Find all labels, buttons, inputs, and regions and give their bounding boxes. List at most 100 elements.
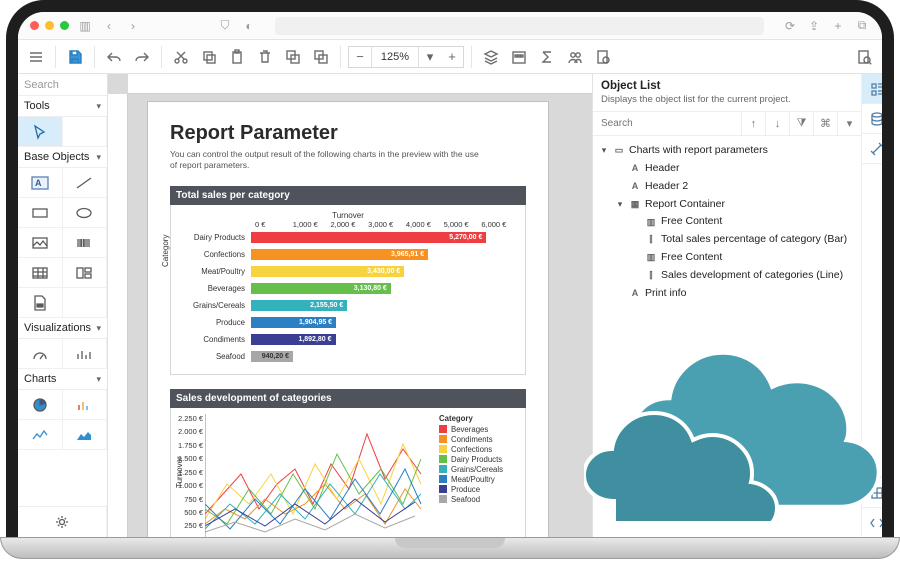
shield-icon[interactable]: ⛉ [217,18,233,34]
filter-icon[interactable]: ⧩ [789,112,813,136]
tree-item[interactable]: AHeader 2 [597,178,857,196]
tree-item[interactable]: ⫿Total sales percentage of category (Bar… [597,231,857,249]
tabs-icon[interactable]: ⧉ [854,18,870,34]
tree-item[interactable]: ⫿Sales development of categories (Line) [597,267,857,285]
back-icon[interactable]: ‹ [101,18,117,34]
page-title: Report Parameter [170,122,526,145]
copy-icon[interactable] [197,45,221,69]
design-canvas[interactable]: Report Parameter You can control the out… [108,74,592,537]
bar-rows: Category Dairy Products5,270,00 €Confect… [177,230,519,365]
piechart-icon[interactable] [18,390,63,420]
line-object-icon[interactable] [63,168,108,198]
report-page[interactable]: Report Parameter You can control the out… [148,102,548,537]
object-tree[interactable]: ▾▭Charts with report parameters AHeader … [593,136,861,309]
table-object-icon[interactable] [18,258,63,288]
delete-icon[interactable] [253,45,277,69]
settings-icon[interactable] [18,507,107,537]
chevron-down-icon: ▾ [96,323,101,334]
object-list-toolbar: ↑ ↓ ⧩ ⌘ ▾ [593,112,861,136]
pdf-object-icon[interactable] [18,288,63,318]
undo-icon[interactable] [102,45,126,69]
svg-text:A: A [35,178,42,188]
reader-icon[interactable]: ◐ [241,18,257,34]
zoom-dropdown-icon[interactable]: ▾ [419,49,441,65]
text-object-icon[interactable]: A [18,168,63,198]
chevron-down-icon: ▾ [96,374,101,385]
send-back-icon[interactable] [309,45,333,69]
add-icon[interactable]: + [830,18,846,34]
chart-bar-xlabel: Turnover [177,211,519,220]
left-search[interactable]: Search [18,74,107,96]
tree-item[interactable]: ▥Free Content [597,249,857,267]
chart-bar-block[interactable]: Total sales per category Turnover 0 €1,0… [170,186,526,375]
section-base-objects[interactable]: Base Objects▾ [18,147,107,168]
tree-item[interactable]: APrint info [597,285,857,303]
laptop-base [0,537,900,559]
gauge-icon[interactable] [18,339,63,369]
share-icon[interactable]: ⇪ [806,18,822,34]
chart-bar-xticks: 0 €1,000 €2,000 €3,000 €4,000 €5,000 €6,… [255,220,519,229]
redo-icon[interactable] [130,45,154,69]
tree-container[interactable]: ▾▦Report Container [597,196,857,214]
page-settings-icon[interactable] [591,45,615,69]
save-icon[interactable] [63,45,87,69]
sidebar-toggle-icon[interactable]: ▥ [77,18,93,34]
tree-root[interactable]: ▾▭Charts with report parameters [597,142,857,160]
forward-icon[interactable]: › [125,18,141,34]
paste-icon[interactable] [225,45,249,69]
app-toolbar: − ▾ + [18,40,882,74]
tree-item[interactable]: AHeader [597,160,857,178]
barchart-icon[interactable] [63,339,108,369]
rectangle-object-icon[interactable] [18,198,63,228]
areachart-icon[interactable] [63,420,108,450]
bars-icon[interactable] [63,390,108,420]
hierarchy-icon[interactable]: ⌘ [813,112,837,136]
chevron-down-icon: ▾ [96,101,101,112]
chart-line-block[interactable]: Sales development of categories Turnover… [170,389,526,537]
ellipse-object-icon[interactable] [63,198,108,228]
form-object-icon[interactable] [63,258,108,288]
minimize-window-icon[interactable] [45,21,54,30]
chevron-down-icon: ▾ [96,152,101,163]
move-down-icon[interactable]: ↓ [765,112,789,136]
left-panel: Search Tools▾ Base Objects▾ A Visualizat… [18,74,108,537]
reload-icon[interactable]: ⟳ [782,18,798,34]
menu-icon[interactable] [24,45,48,69]
object-search-input[interactable] [593,118,741,129]
more-icon[interactable]: ▾ [837,112,861,136]
chart-line-legend: Category BeveragesCondimentsConfectionsD… [439,414,503,537]
users-icon[interactable] [563,45,587,69]
maximize-window-icon[interactable] [60,21,69,30]
section-tools[interactable]: Tools▾ [18,96,107,117]
section-visualizations[interactable]: Visualizations▾ [18,318,107,339]
url-bar[interactable] [275,17,764,35]
section-charts[interactable]: Charts▾ [18,369,107,390]
sum-icon[interactable] [535,45,559,69]
preview-icon[interactable] [852,45,876,69]
tab-data-icon[interactable] [862,104,892,134]
zoom-control[interactable]: − ▾ + [348,46,464,68]
picture-object-icon[interactable] [18,228,63,258]
layers-icon[interactable] [479,45,503,69]
bring-front-icon[interactable] [281,45,305,69]
object-list-title: Object List [593,74,861,94]
zoom-in-icon[interactable]: + [441,49,463,64]
cut-icon[interactable] [169,45,193,69]
tab-tools-icon[interactable] [862,134,892,164]
zoom-out-icon[interactable]: − [349,49,371,64]
barcode-object-icon[interactable] [63,228,108,258]
zoom-input[interactable] [371,47,419,67]
chart-line-title: Sales development of categories [170,389,526,408]
tab-object-list-icon[interactable] [862,74,892,104]
move-up-icon[interactable]: ↑ [741,112,765,136]
line-plot: Turnover 2.250 €2.000 €1.750 €1.500 €1.2… [205,414,425,537]
ruler-horizontal [128,74,592,94]
chart-bar-title: Total sales per category [170,186,526,205]
linechart-icon[interactable] [18,420,63,450]
ruler-vertical [108,94,128,537]
selection-tool-icon[interactable] [18,117,63,147]
close-window-icon[interactable] [30,21,39,30]
tree-item[interactable]: ▥Free Content [597,213,857,231]
cloud-decoration [584,301,900,521]
gridcalendar-icon[interactable] [507,45,531,69]
